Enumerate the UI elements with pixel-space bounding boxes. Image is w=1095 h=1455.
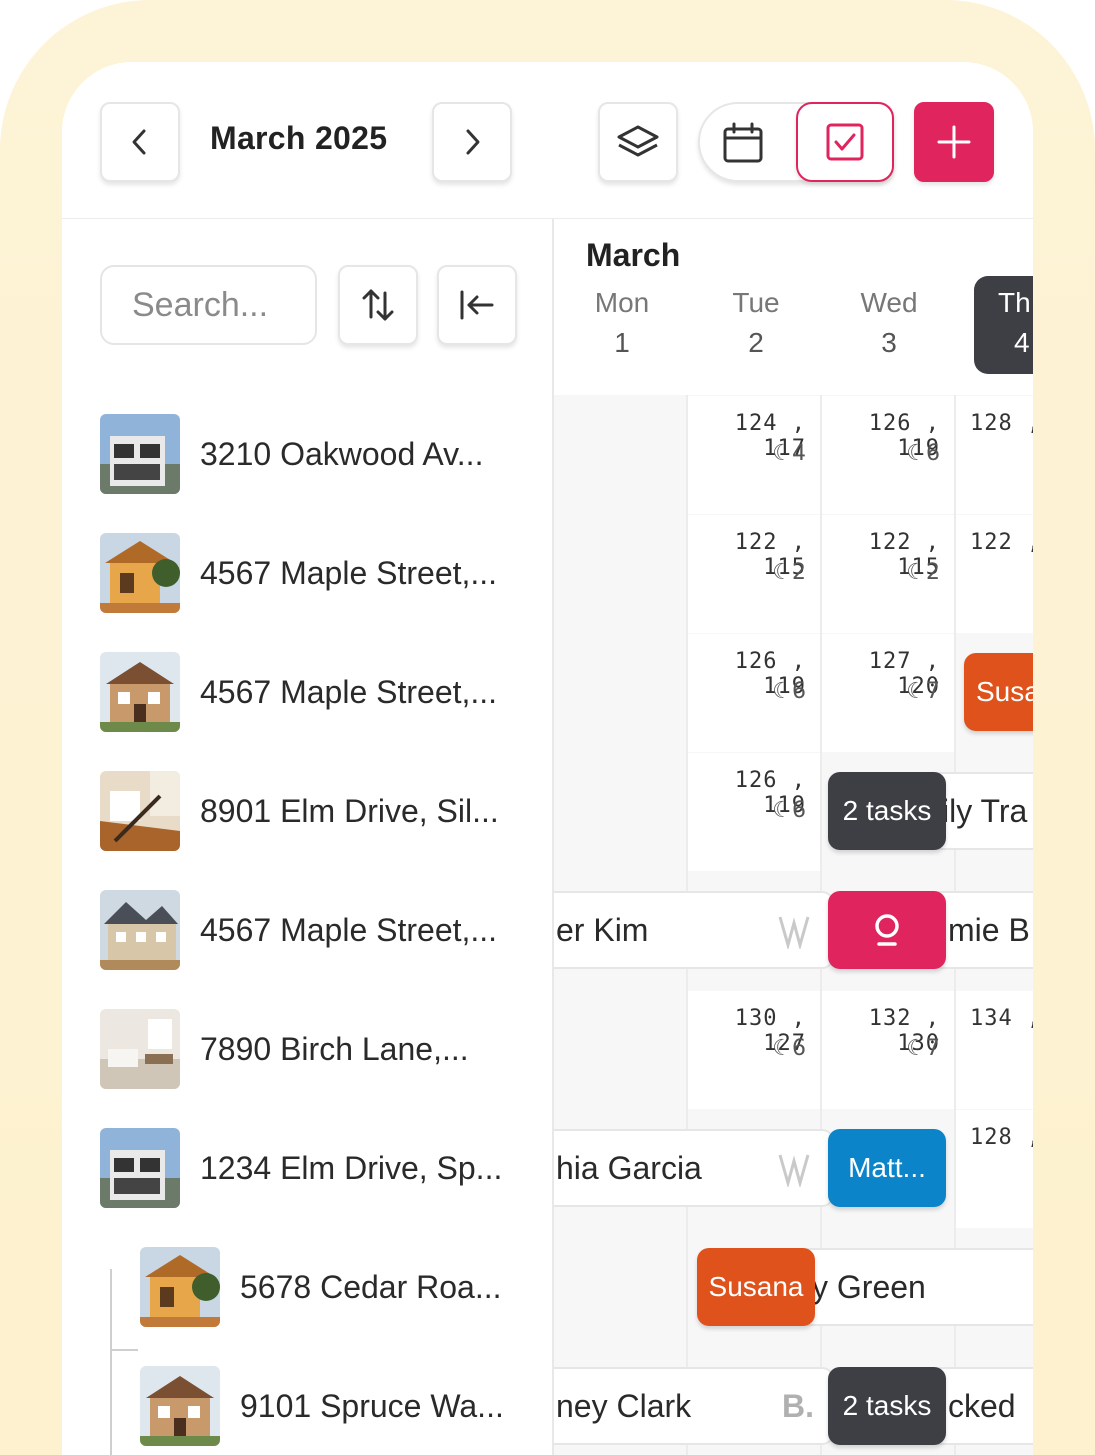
chevron-right-icon (466, 129, 480, 155)
list-item[interactable]: 1234 Elm Drive, Sp... (100, 1128, 502, 1208)
list-item[interactable]: 7890 Birch Lane,... (100, 1009, 469, 1089)
property-name: 1234 Elm Drive, Sp... (200, 1149, 503, 1186)
calendar-grid: March Mon 1 Tue 2 Wed 3 Th 4 124 , 117 ☾… (554, 219, 1033, 1455)
day-header-today[interactable]: Th 4 (974, 276, 1033, 374)
calendar-view-button[interactable] (722, 122, 764, 164)
channel-logo-icon (778, 1154, 810, 1187)
nights-label: ☾6 (772, 798, 806, 823)
property-photo (100, 533, 180, 613)
chevron-left-icon (132, 129, 146, 155)
nights-label: ☾2 (772, 560, 806, 585)
sort-arrows-icon (362, 289, 394, 321)
booking-chip[interactable]: Susa (964, 653, 1033, 731)
property-name: 8901 Elm Drive, Sil... (200, 792, 499, 829)
property-photo (100, 771, 180, 851)
sort-button[interactable] (338, 265, 418, 345)
property-name: 9101 Spruce Wa... (240, 1387, 504, 1424)
property-name: 4567 Maple Street,... (200, 554, 498, 591)
property-name: 3210 Oakwood Av... (200, 435, 484, 472)
lightbulb-icon (875, 914, 899, 946)
day-header[interactable]: Mon 1 (582, 287, 662, 359)
day-header[interactable]: Wed 3 (849, 287, 929, 359)
nights-label: ☾2 (906, 560, 940, 585)
price-label: 128 , 1 (970, 1125, 1033, 1150)
property-photo (100, 1128, 180, 1208)
property-list-panel: Search... 3210 Oakwood Av... 4567 Maple … (62, 219, 554, 1455)
nights-label: ☾7 (906, 1036, 940, 1061)
price-label: 122 , 1 (970, 530, 1033, 555)
list-item[interactable]: 4567 Maple Street,... (100, 533, 497, 613)
nights-label: ☾6 (772, 1036, 806, 1061)
booking-bar[interactable]: er Kim (554, 891, 834, 969)
channel-logo: B. (782, 1388, 814, 1424)
list-item[interactable]: 9101 Spruce Wa... (140, 1366, 504, 1446)
booking-chip[interactable]: Matt... (828, 1129, 946, 1207)
day-header[interactable]: Tue 2 (716, 287, 796, 359)
tasks-chip[interactable]: 2 tasks (828, 1367, 946, 1445)
property-name: 7890 Birch Lane,... (200, 1030, 469, 1067)
property-photo (140, 1247, 220, 1327)
list-item[interactable]: 3210 Oakwood Av... (100, 414, 483, 494)
prev-month-button[interactable] (100, 102, 180, 182)
property-name: 4567 Maple Street,... (200, 911, 498, 948)
calendar-month-label: March (586, 237, 681, 273)
tasks-chip[interactable]: 2 tasks (828, 772, 946, 850)
top-toolbar: March 2025 (62, 62, 1033, 219)
list-item[interactable]: 8901 Elm Drive, Sil... (100, 771, 499, 851)
channel-logo-icon (778, 916, 810, 949)
month-title: March 2025 (210, 120, 388, 156)
property-name: 5678 Cedar Roa... (240, 1268, 502, 1305)
property-photo (100, 414, 180, 494)
collapse-left-icon (460, 290, 494, 320)
list-item[interactable]: 4567 Maple Street,... (100, 652, 497, 732)
booking-bar[interactable]: ney Clark B. (554, 1367, 834, 1445)
alert-chip[interactable] (828, 891, 946, 969)
property-photo (100, 1009, 180, 1089)
nights-label: ☾6 (772, 679, 806, 704)
plus-icon (937, 125, 971, 159)
property-photo (140, 1366, 220, 1446)
collapse-panel-button[interactable] (437, 265, 517, 345)
price-label: 128 , 1 (970, 411, 1033, 436)
app-screen: March 2025 Search... 3210 Oakwood Av... … (62, 62, 1033, 1455)
add-button[interactable] (914, 102, 994, 182)
tree-connector (110, 1269, 112, 1455)
booking-chip[interactable]: Susana (697, 1248, 815, 1326)
calendar-icon (723, 122, 763, 163)
property-photo (100, 652, 180, 732)
next-month-button[interactable] (432, 102, 512, 182)
booking-bar[interactable]: hia Garcia (554, 1129, 834, 1207)
checkbox-icon (826, 123, 864, 161)
nights-label: ☾4 (772, 441, 806, 466)
property-name: 4567 Maple Street,... (200, 673, 498, 710)
list-item[interactable]: 4567 Maple Street,... (100, 890, 497, 970)
price-label: 134 , 1 (970, 1006, 1033, 1031)
layers-icon (617, 125, 659, 157)
property-photo (100, 890, 180, 970)
tree-connector (110, 1349, 138, 1351)
layers-button[interactable] (598, 102, 678, 182)
tasks-view-button[interactable] (796, 102, 894, 182)
search-input[interactable]: Search... (100, 265, 317, 345)
nights-label: ☾6 (906, 441, 940, 466)
calendar-header: March Mon 1 Tue 2 Wed 3 Th 4 (554, 219, 1033, 395)
list-item[interactable]: 5678 Cedar Roa... (140, 1247, 502, 1327)
nights-label: ☾7 (906, 679, 940, 704)
